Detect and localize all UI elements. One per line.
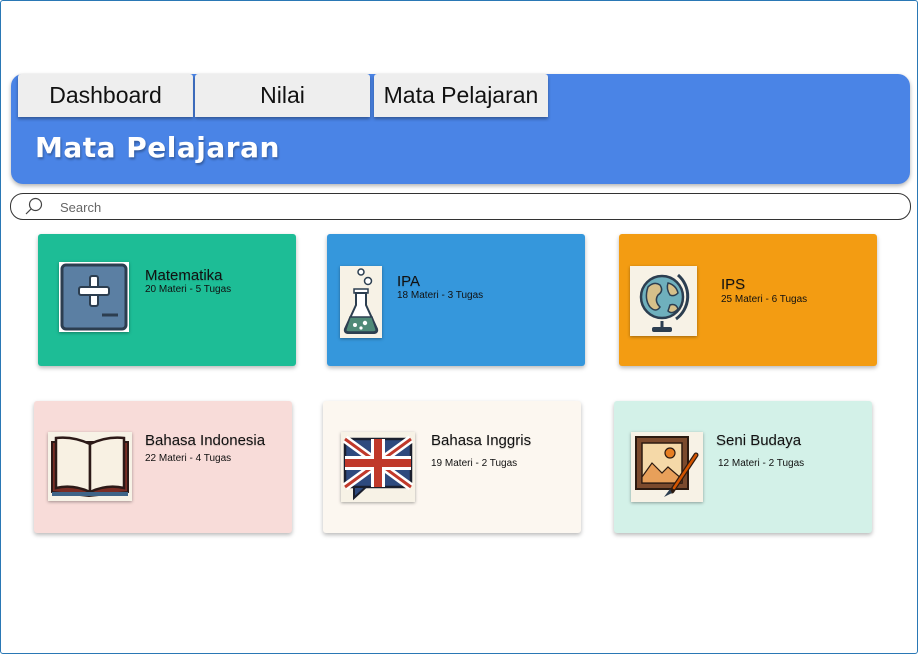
subject-meta: 12 Materi - 2 Tugas [718, 458, 805, 469]
subject-meta: 18 Materi - 3 Tugas [397, 290, 484, 301]
subject-name: IPS [721, 276, 746, 293]
subject-name: IPA [397, 273, 421, 290]
subject-card-matematika[interactable]: Matematika 20 Materi - 5 Tugas [38, 234, 296, 366]
math-plus-minus-icon [60, 263, 128, 331]
search-icon[interactable] [25, 197, 43, 215]
globe-icon [639, 273, 689, 332]
subject-meta: 20 Materi - 5 Tugas [145, 284, 232, 295]
subject-card-bahasa-indonesia[interactable]: Bahasa Indonesia 22 Materi - 4 Tugas [34, 401, 292, 533]
subject-meta: 19 Materi - 2 Tugas [431, 458, 518, 469]
subject-icon-box [340, 266, 382, 338]
flask-icon [343, 268, 379, 334]
tab-dashboard[interactable]: Dashboard [18, 74, 193, 117]
subject-meta: 22 Materi - 4 Tugas [145, 453, 232, 464]
subject-name: Bahasa Indonesia [145, 432, 266, 449]
picture-brush-icon [635, 436, 699, 497]
page-title: Mata Pelajaran [35, 131, 280, 164]
subject-icon-box [630, 266, 697, 336]
subject-name: Seni Budaya [716, 432, 802, 449]
search-input[interactable] [58, 196, 882, 218]
subject-icon-box [631, 432, 703, 502]
tab-nilai[interactable]: Nilai [195, 74, 370, 117]
subject-name: Matematika [145, 267, 223, 284]
book-icon [51, 435, 129, 497]
subject-meta: 25 Materi - 6 Tugas [721, 294, 808, 305]
tab-mata-pelajaran[interactable]: Mata Pelajaran [374, 74, 548, 117]
search-bar[interactable] [10, 193, 911, 220]
subject-icon-box [59, 262, 129, 332]
subject-name: Bahasa Inggris [431, 432, 532, 449]
uk-flag-speech-bubble-icon [342, 435, 414, 501]
subject-icon-box [48, 432, 132, 501]
subject-card-ipa[interactable]: IPA 18 Materi - 3 Tugas [327, 234, 585, 366]
subject-card-bahasa-inggris[interactable]: Bahasa Inggris 19 Materi - 2 Tugas [323, 401, 581, 533]
subject-card-seni-budaya[interactable]: Seni Budaya 12 Materi - 2 Tugas [614, 401, 872, 533]
subject-card-ips[interactable]: IPS 25 Materi - 6 Tugas [619, 234, 877, 366]
subject-icon-box [341, 432, 415, 502]
